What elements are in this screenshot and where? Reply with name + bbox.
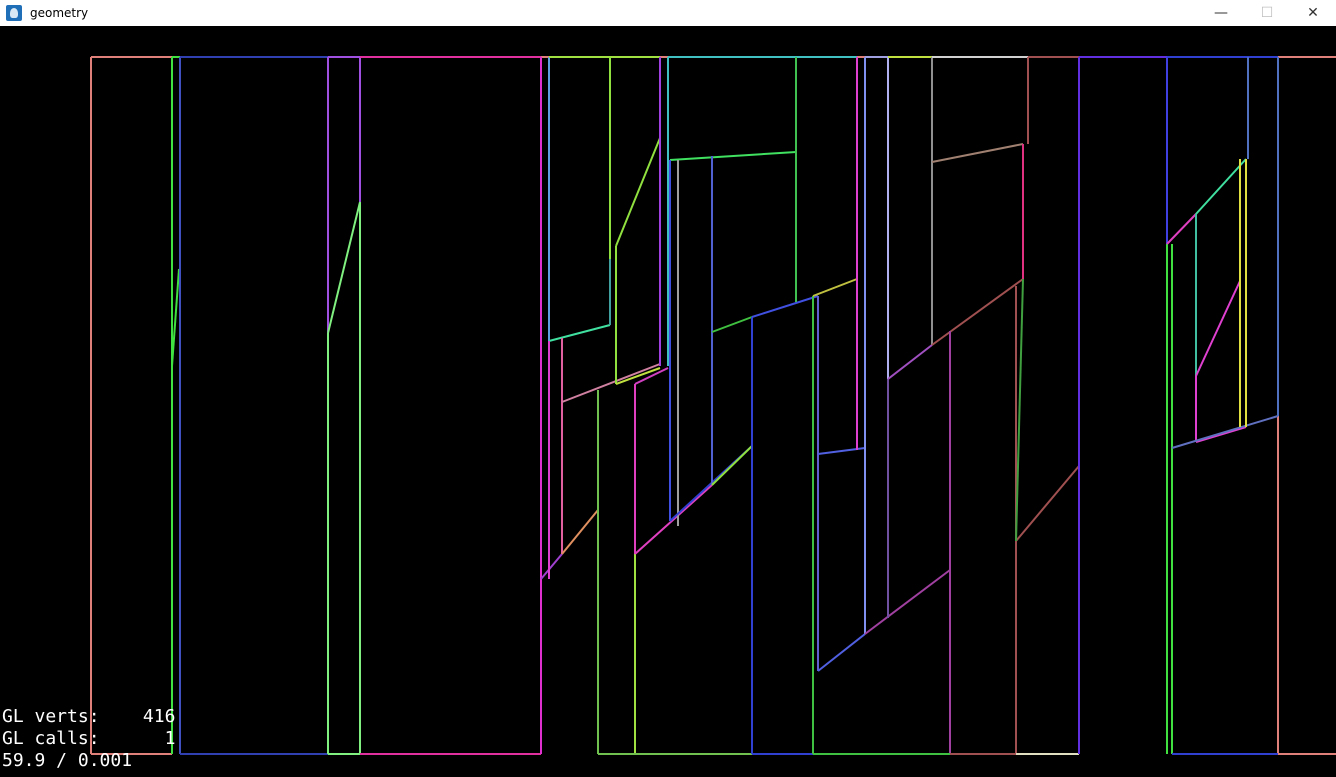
gl-calls-line: GL calls: 1	[2, 728, 175, 750]
minimize-button[interactable]: —	[1198, 0, 1244, 26]
gl-calls-label: GL calls:	[2, 728, 100, 749]
title-bar[interactable]: geometry — ☐ ✕	[0, 0, 1336, 26]
window-title: geometry	[30, 6, 89, 20]
geometry-lines	[90, 56, 1336, 755]
geometry-canvas	[90, 56, 1336, 755]
minimize-icon: —	[1214, 5, 1228, 21]
close-icon: ✕	[1307, 5, 1319, 21]
app-icon	[6, 5, 22, 21]
frame-timing: 59.9 / 0.001	[2, 750, 133, 771]
close-button[interactable]: ✕	[1290, 0, 1336, 26]
maximize-button[interactable]: ☐	[1244, 0, 1290, 26]
gl-viewport[interactable]: GL verts: 416 GL calls: 1 59.9 / 0.001	[0, 26, 1336, 777]
gl-verts-value: 416	[142, 706, 176, 727]
gl-calls-value: 1	[164, 728, 176, 749]
app-window: geometry — ☐ ✕ GL verts: 416 GL calls: 1…	[0, 0, 1336, 777]
gl-verts-line: GL verts: 416	[2, 706, 175, 728]
window-controls: — ☐ ✕	[1198, 0, 1336, 26]
maximize-icon: ☐	[1260, 5, 1274, 21]
gl-verts-label: GL verts:	[2, 706, 100, 727]
gl-stats-overlay: GL verts: 416 GL calls: 1 59.9 / 0.001	[2, 706, 175, 772]
